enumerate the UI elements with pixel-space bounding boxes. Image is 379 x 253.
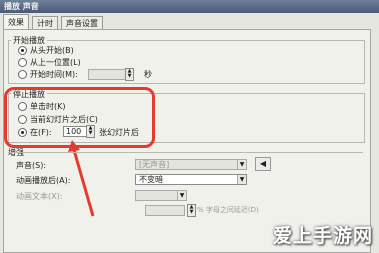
animate-text-dropdown[interactable]: ▼ bbox=[135, 190, 187, 201]
start-from-last-position-radio[interactable] bbox=[18, 58, 27, 67]
start-from-last-position-label: 从上一位置(L) bbox=[30, 58, 81, 67]
highlight-annotation bbox=[4, 87, 155, 148]
start-time-unit: 秒 bbox=[144, 70, 152, 79]
start-from-beginning-label: 从头开始(B) bbox=[30, 46, 74, 55]
start-from-beginning-radio[interactable] bbox=[18, 46, 27, 55]
start-time-label: 开始时间(M): bbox=[30, 70, 78, 79]
start-time-stepper[interactable]: ▲ ▼ bbox=[125, 68, 134, 81]
watermark: 爱上手游网 bbox=[272, 225, 373, 247]
sound-label: 声音(S): bbox=[16, 161, 47, 170]
sound-dropdown[interactable]: [无声音] ▼ bbox=[135, 159, 247, 170]
after-animation-value: 不变暗 bbox=[139, 175, 163, 184]
enhance-divider bbox=[8, 152, 363, 153]
tab-sound-settings[interactable]: 声音设置 bbox=[61, 16, 103, 30]
letter-delay-stepper[interactable]: ▲ ▼ bbox=[187, 204, 196, 217]
window-title: 播放 声音 bbox=[4, 2, 39, 11]
animate-text-label: 动画文本(X): bbox=[16, 192, 63, 201]
tab-timing[interactable]: 计时 bbox=[32, 16, 58, 30]
speaker-icon[interactable]: ◀ bbox=[255, 157, 271, 171]
start-time-input[interactable] bbox=[88, 69, 126, 80]
after-animation-dropdown[interactable]: 不变暗 ▼ bbox=[135, 174, 247, 185]
sound-dropdown-value: [无声音] bbox=[139, 160, 170, 169]
letter-delay-input[interactable] bbox=[145, 205, 185, 216]
chevron-down-icon: ▼ bbox=[237, 160, 246, 169]
letter-delay-label: % 字母之间延迟(D) bbox=[197, 206, 259, 214]
title-bar: 播放 声音 bbox=[0, 0, 379, 13]
after-animation-label: 动画播放后(A): bbox=[16, 176, 71, 185]
chevron-down-icon: ▼ bbox=[177, 191, 186, 200]
chevron-down-icon: ▼ bbox=[237, 175, 246, 184]
start-time-radio[interactable] bbox=[18, 70, 27, 79]
tab-effect[interactable]: 效果 bbox=[3, 14, 29, 30]
